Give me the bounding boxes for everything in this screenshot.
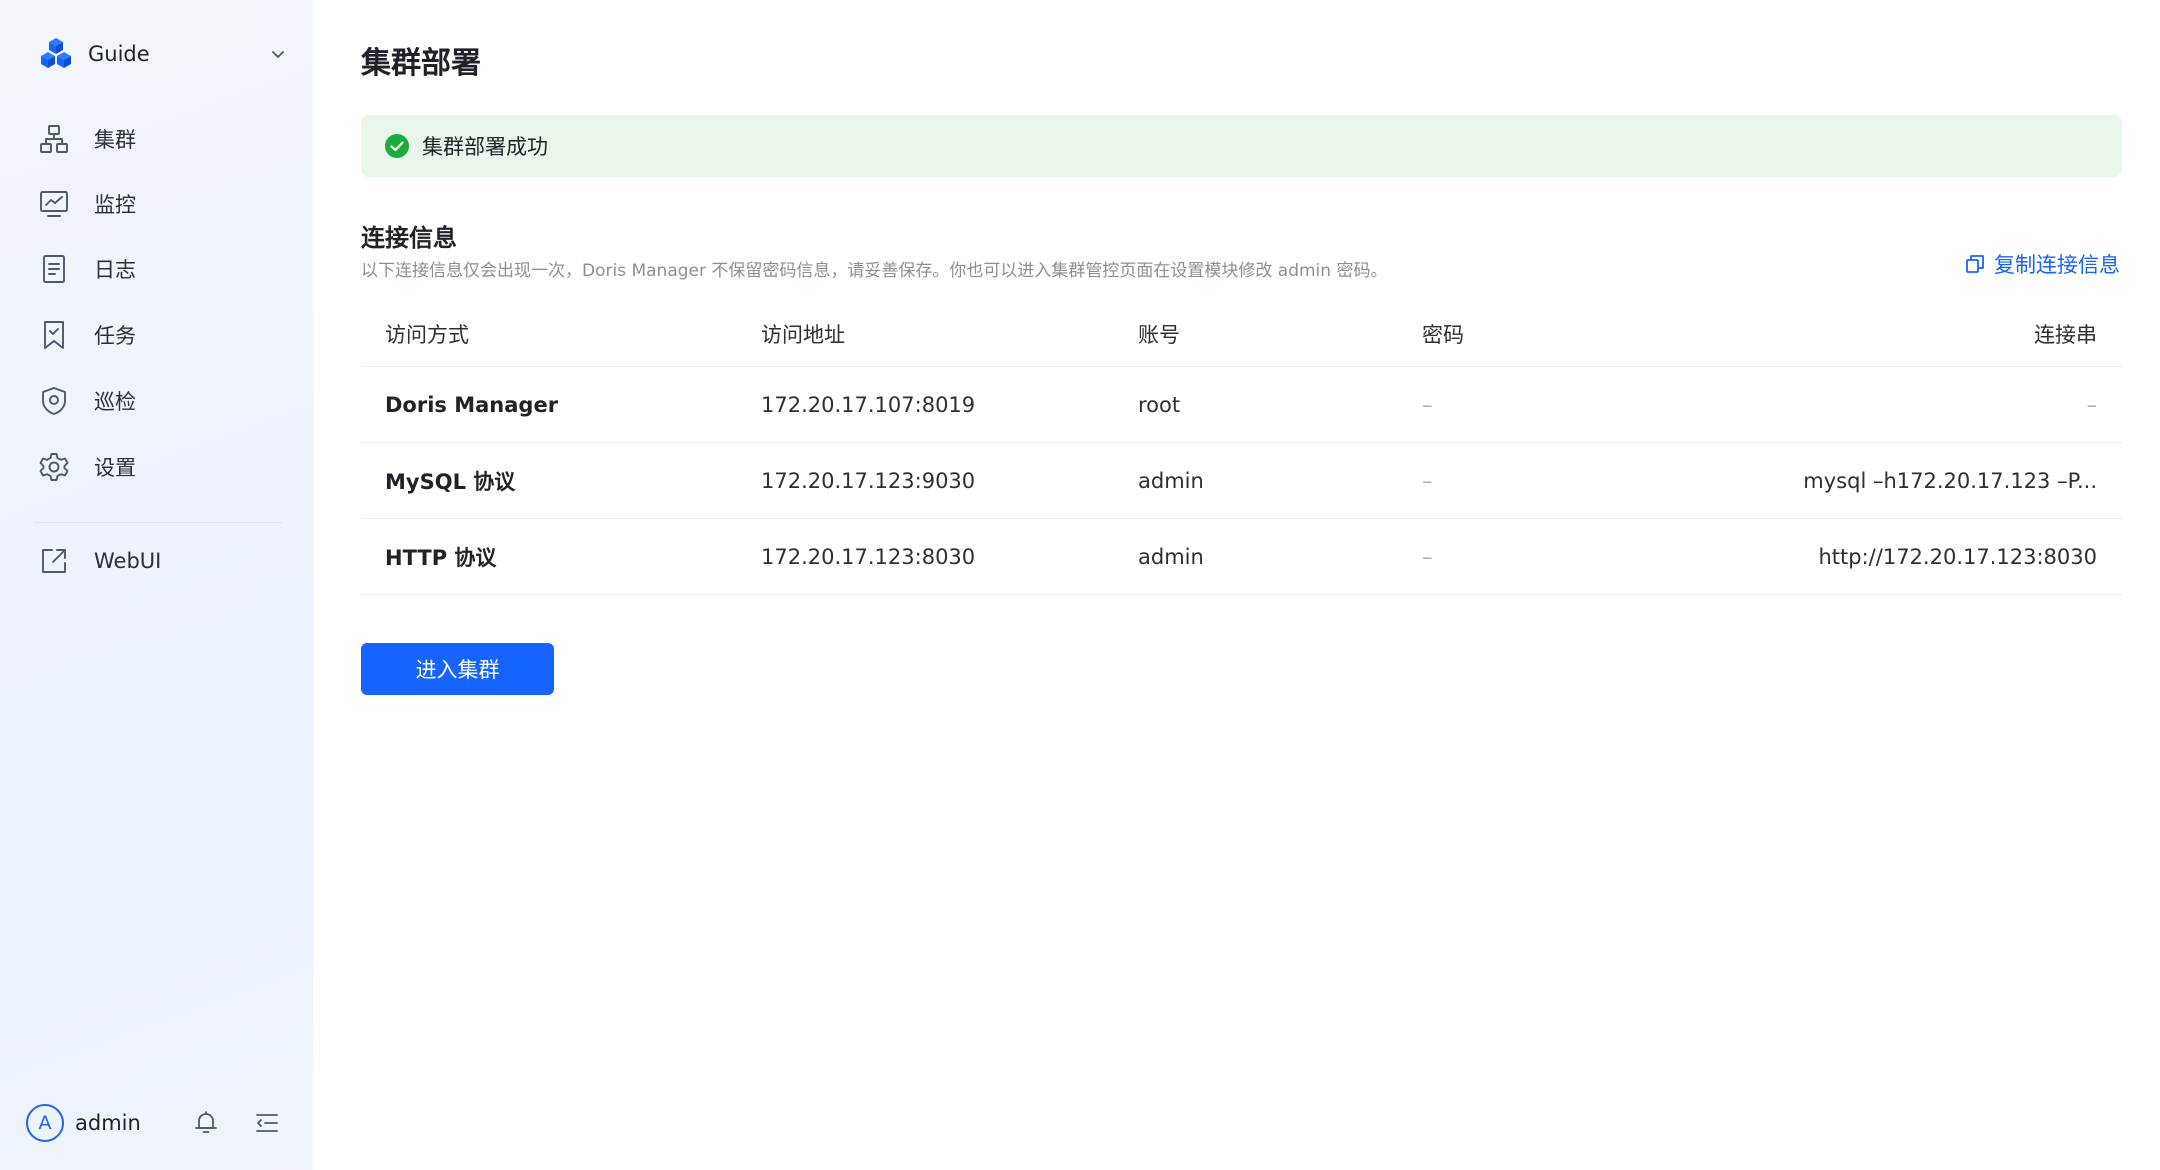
- cell-password: –: [1422, 468, 1433, 493]
- success-alert: 集群部署成功: [361, 115, 2122, 177]
- user-name[interactable]: admin: [75, 1111, 141, 1135]
- monitor-chart-icon: [40, 191, 68, 217]
- cell-password: –: [1422, 544, 1433, 569]
- table-header-row: 访问方式 访问地址 账号 密码 连接串: [361, 302, 2122, 367]
- external-link-icon: [42, 549, 66, 573]
- col-header-method: 访问方式: [385, 323, 469, 347]
- sidebar-item-tasks[interactable]: 任务: [38, 311, 288, 359]
- user-bar: A admin: [26, 1104, 286, 1148]
- sidebar-item-webui[interactable]: WebUI: [38, 537, 288, 585]
- check-circle-icon: [385, 134, 409, 158]
- app-name: Guide: [88, 42, 150, 66]
- app-switcher[interactable]: Guide: [38, 36, 288, 72]
- table-row: HTTP 协议 172.20.17.123:8030 admin – http:…: [361, 519, 2122, 595]
- app-logo-icon: [41, 38, 71, 68]
- cell-conn-string: http://172.20.17.123:8030: [1818, 544, 2098, 569]
- document-icon: [43, 255, 65, 283]
- sidebar-item-settings[interactable]: 设置: [38, 443, 288, 491]
- cell-address: 172.20.17.123:9030: [761, 468, 976, 493]
- main-content: 集群部署 集群部署成功 连接信息 以下连接信息仅会出现一次，Doris Mana…: [313, 0, 2160, 1170]
- copy-connection-info-label: 复制连接信息: [1994, 253, 2120, 277]
- sidebar-item-label: 任务: [94, 324, 136, 348]
- sidebar: Guide 集群 监控 日志 任务 巡检 设置 WebUI A admin: [0, 0, 313, 1170]
- cell-method: Doris Manager: [385, 392, 559, 417]
- cell-conn-string: –: [2086, 392, 2098, 417]
- cluster-icon: [40, 125, 68, 153]
- col-header-address: 访问地址: [761, 323, 845, 347]
- table-row: Doris Manager 172.20.17.107:8019 root – …: [361, 367, 2122, 443]
- copy-connection-info-button[interactable]: 复制连接信息: [1964, 249, 2120, 279]
- connection-table: 访问方式 访问地址 账号 密码 连接串 Doris Manager 172.20…: [361, 302, 2122, 595]
- cell-conn-string: mysql –h172.20.17.123 –P...: [1803, 468, 2097, 493]
- alert-message: 集群部署成功: [422, 135, 548, 159]
- sidebar-item-logs[interactable]: 日志: [38, 245, 288, 293]
- task-bookmark-icon: [44, 321, 64, 349]
- section-description: 以下连接信息仅会出现一次，Doris Manager 不保留密码信息，请妥善保存…: [361, 261, 1388, 281]
- sidebar-item-label: 日志: [94, 258, 136, 282]
- cell-address: 172.20.17.107:8019: [761, 392, 976, 417]
- cell-method: MySQL 协议: [385, 469, 516, 494]
- sidebar-item-label: 监控: [94, 193, 136, 217]
- chevron-down-icon[interactable]: [268, 44, 288, 64]
- enter-cluster-button[interactable]: 进入集群: [361, 643, 554, 695]
- copy-icon: [1966, 255, 1984, 273]
- cell-account: admin: [1138, 468, 1204, 493]
- shield-icon: [42, 387, 66, 415]
- cell-account: admin: [1138, 544, 1204, 569]
- cell-address: 172.20.17.123:8030: [761, 544, 976, 569]
- table-row: MySQL 协议 172.20.17.123:9030 admin – mysq…: [361, 443, 2122, 519]
- col-header-password: 密码: [1422, 323, 1464, 347]
- sidebar-item-label: 巡检: [94, 390, 136, 414]
- cell-account: root: [1138, 392, 1181, 417]
- sidebar-item-inspection[interactable]: 巡检: [38, 377, 288, 425]
- bell-icon[interactable]: [192, 1109, 220, 1137]
- sidebar-divider: [34, 522, 282, 523]
- col-header-conn-string: 连接串: [2034, 323, 2097, 347]
- cell-method: HTTP 协议: [385, 545, 497, 570]
- menu-collapse-icon[interactable]: [253, 1109, 281, 1137]
- gear-icon: [39, 453, 69, 481]
- section-title: 连接信息: [361, 224, 457, 252]
- sidebar-item-label: WebUI: [94, 549, 162, 573]
- cell-password: –: [1422, 392, 1433, 417]
- sidebar-item-label: 集群: [94, 128, 136, 152]
- avatar[interactable]: A: [26, 1104, 64, 1142]
- sidebar-item-label: 设置: [94, 456, 136, 480]
- col-header-account: 账号: [1138, 323, 1180, 347]
- sidebar-item-monitor[interactable]: 监控: [38, 180, 288, 228]
- page-title: 集群部署: [361, 46, 481, 81]
- sidebar-item-cluster[interactable]: 集群: [38, 115, 288, 163]
